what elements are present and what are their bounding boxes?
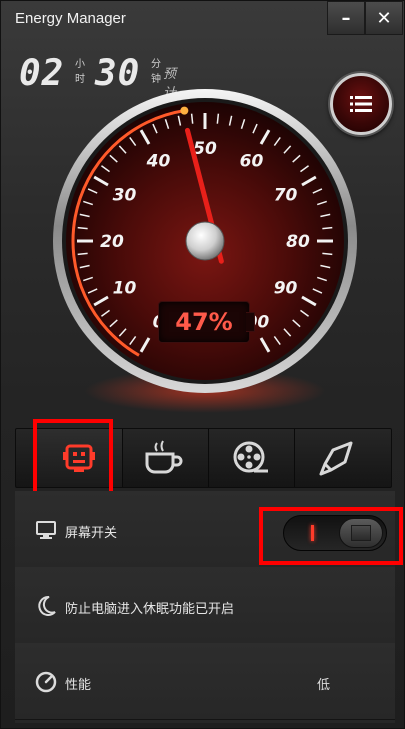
monitor-icon <box>36 521 56 539</box>
battery-nub <box>246 312 255 332</box>
battery-percent-display: 47% <box>158 301 250 343</box>
performance-value: 低 <box>317 678 331 693</box>
gauge-tick-label: 10 <box>113 279 137 299</box>
battery-percent: 47% <box>175 308 233 336</box>
gauge-tick-label: 20 <box>100 232 124 252</box>
tab-performance-mode[interactable] <box>294 429 380 487</box>
gauge-tick-label: 30 <box>113 186 137 206</box>
rocket-icon <box>319 441 353 476</box>
gauge-minor-tick <box>190 113 194 124</box>
performance-label: 性能 <box>65 678 92 693</box>
setting-row-sleep: 防止电脑进入休眠功能已开启 <box>15 567 395 644</box>
toggle-highlight-box <box>259 507 403 565</box>
gauge-minor-tick <box>77 252 88 256</box>
coffee-cup-icon <box>145 440 183 474</box>
tab-highlight-box <box>33 419 113 495</box>
energy-manager-window: Energy Manager – ✕ 02 小时 30 分钟 预计可用 <box>0 0 405 729</box>
gauge-minor-tick <box>216 113 220 124</box>
speedometer-icon <box>35 671 57 693</box>
gauge-tick-label: 40 <box>146 151 171 171</box>
gauge-tick-label: 70 <box>274 186 298 206</box>
tab-movie-mode[interactable] <box>208 429 295 487</box>
setting-row-performance[interactable]: 性能 低 <box>15 643 395 720</box>
gauge-tick-label: 50 <box>193 139 217 159</box>
sleep-prevention-label: 防止电脑进入休眠功能已开启 <box>65 602 235 617</box>
moon-icon <box>38 595 56 616</box>
tab-entertainment-mode[interactable] <box>122 429 209 487</box>
battery-gauge: 0102030405060708090100 <box>53 89 357 413</box>
film-reel-icon <box>233 441 268 473</box>
gauge-tick-label: 60 <box>240 151 264 171</box>
screen-switch-label: 屏幕开关 <box>65 526 118 541</box>
gauge-minor-tick <box>77 226 88 230</box>
gauge-hub <box>185 221 225 261</box>
gauge-minor-tick <box>322 226 333 230</box>
gauge-tick-label: 90 <box>274 279 298 299</box>
gauge-value-dot <box>180 106 189 115</box>
gauge-minor-tick <box>322 252 333 256</box>
gauge-tick-label: 80 <box>286 232 310 252</box>
